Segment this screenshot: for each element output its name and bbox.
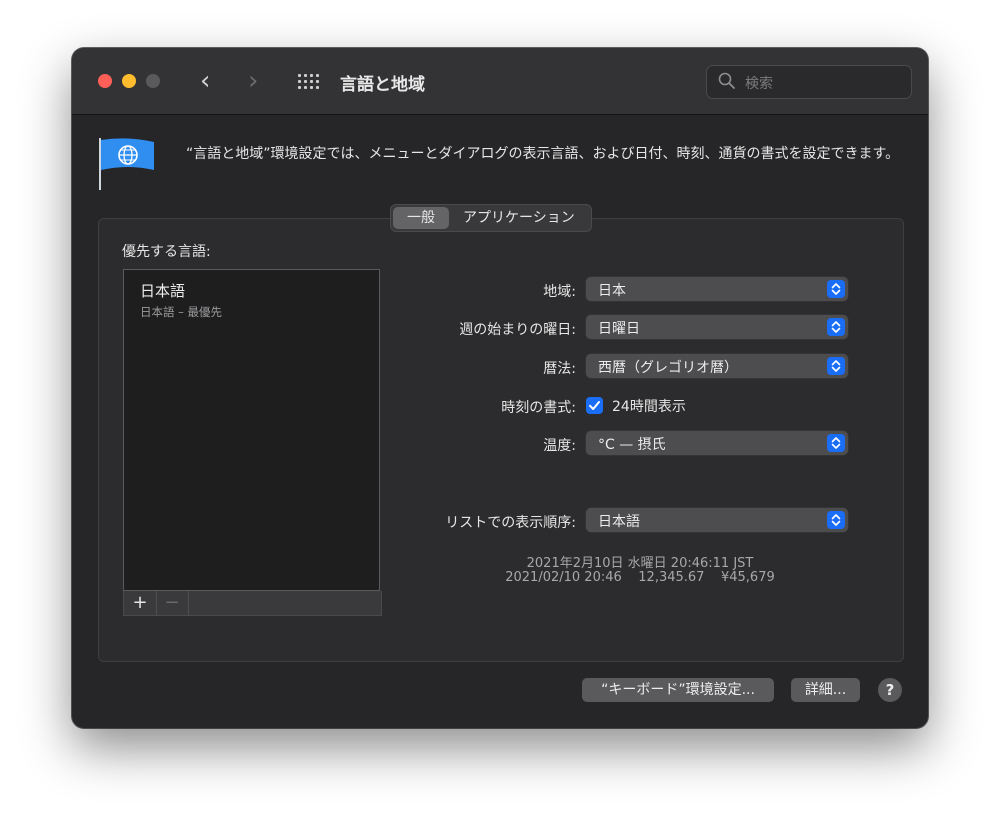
time-format-label: 時刻の書式: xyxy=(501,400,576,416)
tab-applications[interactable]: アプリケーション xyxy=(449,207,589,229)
calendar-value: 西暦（グレゴリオ暦） xyxy=(598,360,738,376)
tab-bar: 一般 アプリケーション xyxy=(390,204,592,232)
search-placeholder: 検索 xyxy=(745,76,773,92)
region-value: 日本 xyxy=(598,283,626,299)
number-sample-line: 2021/02/10 20:46 12,345.67 ¥45,679 xyxy=(505,570,775,585)
search-icon xyxy=(718,72,735,89)
updown-chevron-icon xyxy=(827,318,845,336)
keyboard-preferences-button[interactable]: “キーボード”環境設定... xyxy=(582,678,774,702)
zoom-button[interactable] xyxy=(146,74,160,88)
tab-general[interactable]: 一般 xyxy=(393,207,449,229)
list-sort-label: リストでの表示順序: xyxy=(445,515,576,531)
remove-language-button[interactable]: − xyxy=(156,591,189,615)
list-sort-value: 日本語 xyxy=(598,514,640,530)
pane-description: “言語と地域”環境設定では、メニューとダイアログの表示言語、および日付、時刻、通… xyxy=(186,146,900,162)
temperature-popup[interactable]: °C — 摂氏 xyxy=(586,431,848,455)
first-day-label: 週の始まりの曜日: xyxy=(459,322,576,338)
preferences-window: ‹ › 言語と地域 検索 “言語と地域”環境設定では、メニューとダイアログの表示… xyxy=(72,48,928,728)
advanced-button[interactable]: 詳細... xyxy=(791,678,860,702)
region-popup[interactable]: 日本 xyxy=(586,277,848,301)
24-hour-checkbox-label[interactable]: 24時間表示 xyxy=(612,396,686,416)
list-controls: + − xyxy=(123,591,382,616)
title-bar: ‹ › 言語と地域 検索 xyxy=(72,48,928,115)
updown-chevron-icon xyxy=(827,357,845,375)
updown-chevron-icon xyxy=(827,434,845,452)
language-name: 日本語 xyxy=(140,282,186,300)
show-all-grid-icon[interactable] xyxy=(298,74,320,90)
search-field[interactable]: 検索 xyxy=(706,65,912,99)
date-sample-line: 2021年2月10日 水曜日 20:46:11 JST xyxy=(526,556,754,571)
list-sort-popup[interactable]: 日本語 xyxy=(586,508,848,532)
updown-chevron-icon xyxy=(827,280,845,298)
calendar-popup[interactable]: 西暦（グレゴリオ暦） xyxy=(586,354,848,378)
first-day-value: 日曜日 xyxy=(598,321,640,337)
globe-flag-icon xyxy=(99,138,154,190)
close-button[interactable] xyxy=(98,74,112,88)
window-title: 言語と地域 xyxy=(340,75,425,95)
add-language-button[interactable]: + xyxy=(124,591,157,615)
calendar-label: 暦法: xyxy=(543,361,576,377)
preferred-languages-list[interactable]: 日本語 日本語 – 最優先 xyxy=(123,269,380,591)
back-chevron-icon[interactable]: ‹ xyxy=(200,66,210,96)
temperature-value: °C — 摂氏 xyxy=(598,437,666,453)
first-day-popup[interactable]: 日曜日 xyxy=(586,315,848,339)
forward-chevron-icon[interactable]: › xyxy=(248,66,258,96)
updown-chevron-icon xyxy=(827,511,845,529)
list-item[interactable]: 日本語 日本語 – 最優先 xyxy=(140,280,222,320)
region-label: 地域: xyxy=(543,284,576,300)
preferred-languages-label: 優先する言語: xyxy=(122,244,211,260)
help-button[interactable]: ? xyxy=(878,678,902,702)
24-hour-checkbox[interactable] xyxy=(586,397,603,414)
temperature-label: 温度: xyxy=(543,438,576,454)
minimize-button[interactable] xyxy=(122,74,136,88)
language-detail: 日本語 – 最優先 xyxy=(140,305,223,319)
